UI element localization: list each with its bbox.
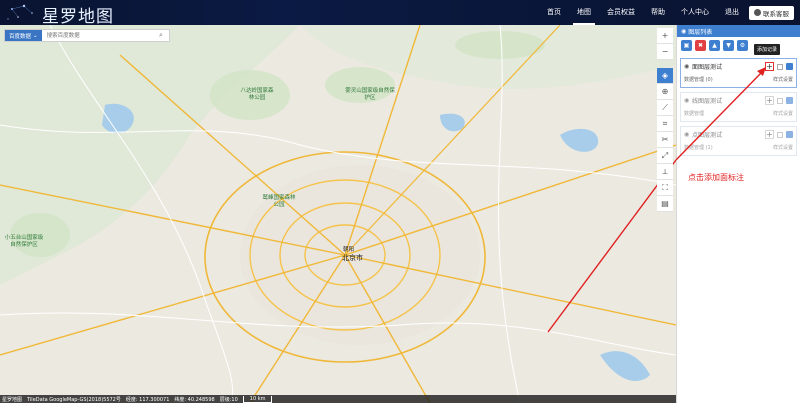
annotation-arrow [675,67,766,161]
status-bar: 星罗地图 TileData GoogleMap-GS(2018)5572号 经度… [0,395,676,403]
status-latitude: 纬度: 40.248598 [174,396,215,403]
scale-bar: 10 km [242,395,273,403]
status-zoom: 层级:10 [219,396,238,403]
status-copyright: TileData GoogleMap-GS(2018)5572号 [27,396,121,403]
status-brand: 星罗地图 [2,396,23,403]
status-longitude: 经度: 117.300071 [125,396,170,403]
annotation-text: 点击添加面标注 [688,173,744,182]
